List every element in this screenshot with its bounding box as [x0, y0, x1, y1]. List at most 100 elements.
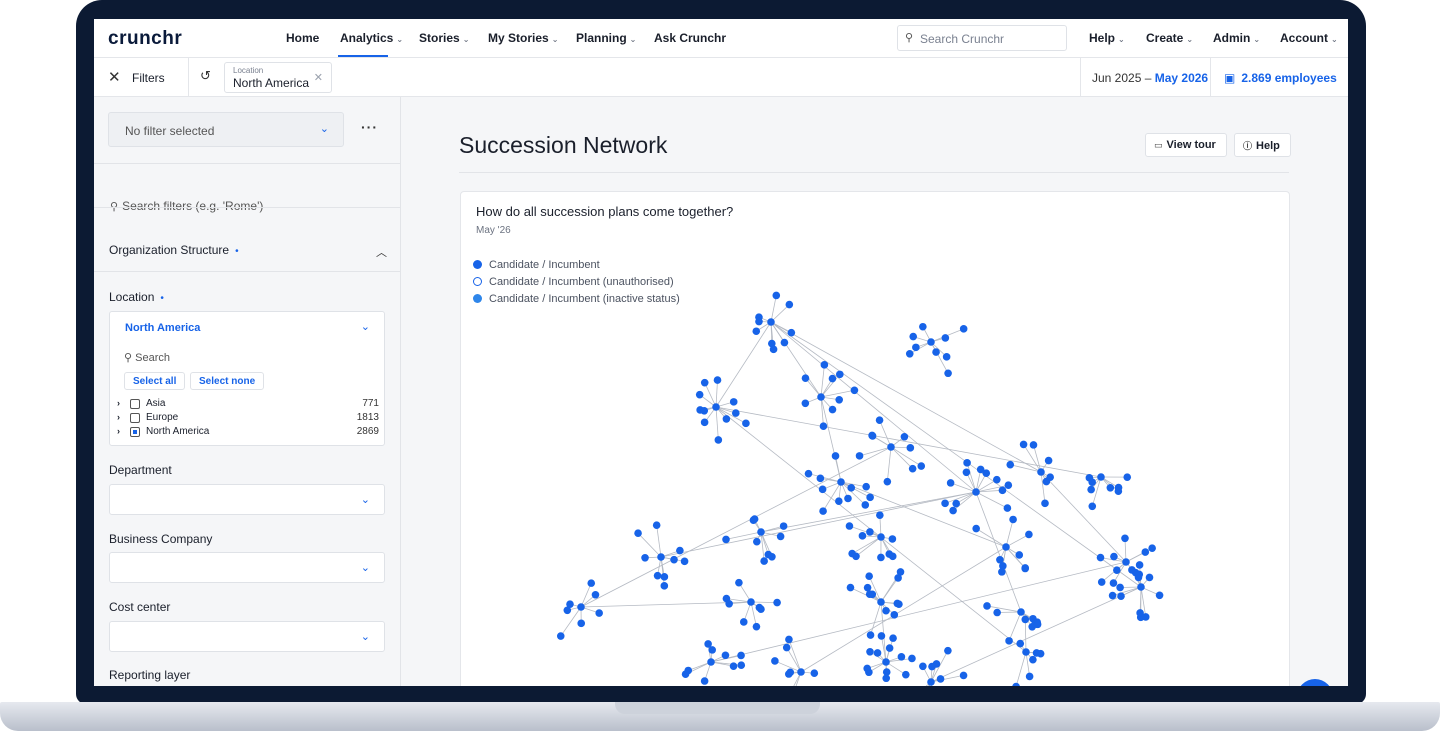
network-node[interactable] — [936, 675, 945, 683]
network-node[interactable] — [865, 572, 873, 580]
network-node[interactable] — [652, 521, 661, 529]
network-node[interactable] — [1009, 515, 1017, 524]
network-node[interactable] — [963, 459, 971, 467]
network-node[interactable] — [695, 390, 704, 399]
network-node[interactable] — [1141, 548, 1150, 556]
network-node[interactable] — [1088, 502, 1097, 511]
network-node[interactable] — [1122, 558, 1130, 566]
nav-planning[interactable]: Planning ⌄ — [576, 31, 636, 45]
network-node[interactable] — [848, 549, 856, 558]
network-node[interactable] — [993, 608, 1001, 617]
network-node[interactable] — [905, 350, 914, 358]
network-node[interactable] — [760, 557, 768, 565]
network-node[interactable] — [657, 553, 665, 561]
location-option[interactable]: › North America 2869 — [117, 426, 379, 440]
network-node[interactable] — [1022, 648, 1030, 656]
network-node[interactable] — [831, 452, 840, 460]
network-node[interactable] — [863, 664, 871, 673]
chevron-up-icon[interactable]: ︿ — [376, 244, 387, 260]
network-node[interactable] — [837, 478, 845, 486]
network-node[interactable] — [1033, 620, 1042, 629]
chevron-down-icon[interactable]: ⌄ — [361, 320, 370, 333]
expand-icon[interactable]: › — [117, 398, 120, 408]
network-node[interactable] — [1017, 608, 1025, 616]
location-option[interactable]: › Asia 771 — [117, 398, 379, 412]
org-structure-header[interactable]: Organization Structure • — [109, 243, 239, 257]
network-node[interactable] — [941, 334, 950, 342]
business-company-select[interactable]: ⌄ — [109, 552, 385, 583]
network-node[interactable] — [866, 493, 874, 502]
network-node[interactable] — [670, 555, 678, 564]
crunchr-logo[interactable]: crunchr — [108, 28, 182, 50]
network-node[interactable] — [865, 590, 874, 599]
network-node[interactable] — [828, 374, 837, 383]
network-node[interactable] — [866, 631, 875, 639]
date-range[interactable]: Jun 2025 – May 2026 — [1092, 71, 1208, 85]
network-node[interactable] — [882, 658, 890, 666]
network-node[interactable] — [819, 422, 828, 431]
network-node[interactable] — [1041, 499, 1049, 508]
network-node[interactable] — [828, 405, 837, 414]
network-node[interactable] — [1135, 570, 1144, 579]
network-node[interactable] — [1087, 485, 1095, 494]
network-node[interactable] — [846, 583, 855, 592]
network-node[interactable] — [919, 662, 927, 671]
network-node[interactable] — [816, 474, 825, 483]
nav-home[interactable]: Home — [286, 31, 319, 45]
global-search-input[interactable]: ⚲ Search Crunchr — [897, 25, 1067, 51]
network-node[interactable] — [1025, 672, 1034, 681]
network-node[interactable] — [747, 598, 755, 606]
network-node[interactable] — [1155, 591, 1164, 600]
network-node[interactable] — [836, 370, 844, 379]
network-node[interactable] — [888, 535, 897, 543]
network-node[interactable] — [780, 338, 789, 347]
network-node[interactable] — [1015, 551, 1024, 559]
network-node[interactable] — [919, 322, 927, 331]
network-node[interactable] — [563, 606, 572, 615]
network-node[interactable] — [906, 444, 915, 452]
network-node[interactable] — [653, 571, 662, 580]
network-node[interactable] — [883, 477, 892, 486]
cost-center-select[interactable]: ⌄ — [109, 621, 385, 652]
network-node[interactable] — [797, 668, 805, 676]
network-node[interactable] — [893, 599, 902, 608]
network-node[interactable] — [731, 409, 740, 417]
network-node[interactable] — [1148, 544, 1156, 552]
network-node[interactable] — [877, 553, 885, 562]
network-node[interactable] — [908, 654, 916, 663]
expand-icon[interactable]: › — [117, 426, 120, 436]
nav-analytics[interactable]: Analytics ⌄ — [340, 31, 403, 45]
network-node[interactable] — [866, 648, 874, 656]
network-node[interactable] — [757, 605, 765, 613]
network-node[interactable] — [1113, 566, 1121, 574]
network-node[interactable] — [912, 343, 920, 352]
network-node[interactable] — [819, 507, 827, 515]
network-node[interactable] — [1003, 504, 1012, 512]
network-node[interactable] — [900, 432, 909, 441]
network-node[interactable] — [1012, 682, 1020, 686]
chat-help-button[interactable] — [1297, 679, 1333, 686]
network-node[interactable] — [820, 361, 829, 369]
network-node[interactable] — [1110, 552, 1118, 561]
network-node[interactable] — [976, 465, 985, 474]
network-node[interactable] — [983, 602, 991, 610]
network-node[interactable] — [818, 485, 827, 494]
network-node[interactable] — [737, 651, 745, 660]
filter-preset-select[interactable]: No filter selected ⌄ — [108, 112, 344, 147]
network-node[interactable] — [700, 677, 709, 685]
network-node[interactable] — [1046, 473, 1054, 481]
location-search-input[interactable]: ⚲ Search — [124, 351, 170, 364]
network-node[interactable] — [1006, 460, 1015, 469]
network-node[interactable] — [660, 573, 669, 581]
network-node[interactable] — [725, 599, 733, 608]
more-options-icon[interactable]: ··· — [361, 119, 378, 135]
network-node[interactable] — [1032, 649, 1041, 657]
network-node[interactable] — [752, 327, 761, 336]
network-node[interactable] — [908, 464, 917, 473]
network-node[interactable] — [946, 479, 955, 487]
network-node[interactable] — [729, 398, 738, 406]
network-node[interactable] — [917, 462, 926, 470]
network-node[interactable] — [1109, 579, 1118, 587]
network-node[interactable] — [1116, 583, 1124, 592]
network-node[interactable] — [768, 552, 776, 561]
